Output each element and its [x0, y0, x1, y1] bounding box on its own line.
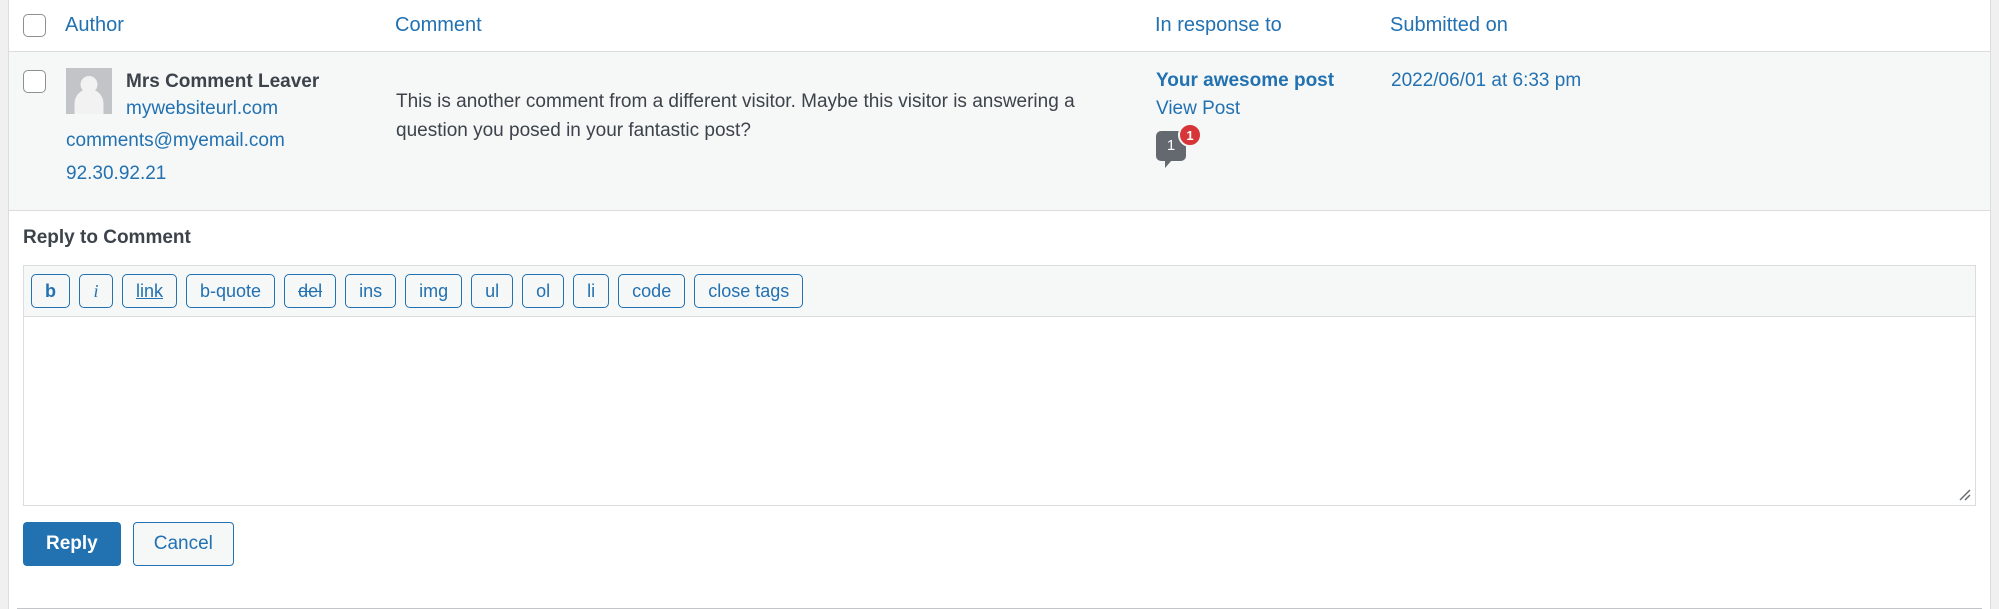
author-cell: Mrs Comment Leaver mywebsiteurl.com comm… — [65, 51, 395, 212]
in-response-to-cell: Your awesome post View Post 1 1 — [1155, 51, 1390, 212]
quicktag-italic-button[interactable]: i — [79, 274, 113, 309]
submitted-on-link[interactable]: 2022/06/01 at 6:33 pm — [1391, 70, 1581, 91]
column-header-author[interactable]: Author — [65, 0, 395, 53]
quicktags-toolbar: b i link b-quote del ins img ul ol li co… — [24, 266, 1975, 318]
submitted-on-cell: 2022/06/01 at 6:33 pm — [1390, 51, 1990, 212]
reply-editor: b i link b-quote del ins img ul ol li co… — [23, 265, 1976, 507]
quicktag-blockquote-button[interactable]: b-quote — [186, 274, 276, 309]
row-select-cell — [9, 51, 65, 212]
select-all-checkbox[interactable] — [23, 14, 46, 38]
column-header-in-response-to[interactable]: In response to — [1155, 0, 1390, 53]
quicktag-close-tags-button[interactable]: close tags — [694, 274, 804, 309]
response-post-title-link[interactable]: Your awesome post — [1156, 68, 1389, 93]
author-ip-link[interactable]: 92.30.92.21 — [66, 157, 394, 190]
comments-admin-screen: Author Comment In response to Submitted … — [0, 0, 1999, 609]
column-header-select-all — [9, 0, 65, 53]
author-contact-block: comments@myemail.com 92.30.92.21 — [66, 124, 394, 190]
author-name: Mrs Comment Leaver — [126, 71, 320, 93]
quicktag-link-button[interactable]: link — [122, 274, 178, 309]
author-block: Mrs Comment Leaver mywebsiteurl.com comm… — [66, 68, 394, 190]
author-email-link[interactable]: comments@myemail.com — [66, 124, 394, 157]
reply-actions: Reply Cancel — [23, 506, 1976, 584]
reply-textarea[interactable] — [24, 317, 1975, 506]
comments-table-body: Mrs Comment Leaver mywebsiteurl.com comm… — [9, 51, 1990, 212]
comment-cell: This is another comment from a different… — [395, 51, 1155, 212]
author-website-link[interactable]: mywebsiteurl.com — [66, 94, 394, 124]
reply-to-comment-area: Reply to Comment b i link b-quote del in… — [9, 211, 1990, 585]
quicktag-code-button[interactable]: code — [618, 274, 686, 309]
quicktag-ins-button[interactable]: ins — [345, 274, 397, 309]
quicktag-bold-button[interactable]: b — [31, 274, 70, 309]
table-row: Mrs Comment Leaver mywebsiteurl.com comm… — [9, 51, 1990, 212]
quicktag-ol-button[interactable]: ol — [522, 274, 565, 309]
quicktag-ul-button[interactable]: ul — [471, 274, 514, 309]
column-header-submitted-on[interactable]: Submitted on — [1390, 0, 1990, 53]
comments-panel: Author Comment In response to Submitted … — [8, 0, 1991, 609]
view-post-link[interactable]: View Post — [1156, 93, 1389, 125]
quicktag-li-button[interactable]: li — [573, 274, 610, 309]
row-checkbox[interactable] — [23, 70, 46, 94]
table-header-row: Author Comment In response to Submitted … — [9, 0, 1990, 53]
comments-table-head: Author Comment In response to Submitted … — [9, 0, 1990, 53]
comments-table: Author Comment In response to Submitted … — [9, 0, 1990, 212]
reply-cancel-button[interactable]: Cancel — [132, 522, 234, 567]
reply-textarea-wrapper — [24, 317, 1975, 506]
quicktag-del-button[interactable]: del — [284, 274, 337, 309]
quicktag-img-button[interactable]: img — [405, 274, 463, 309]
avatar — [66, 68, 112, 115]
avatar-body-shape — [74, 89, 104, 115]
pending-comment-badge: 1 — [1178, 123, 1202, 148]
post-comment-count-bubble[interactable]: 1 1 — [1156, 123, 1202, 169]
reply-heading: Reply to Comment — [23, 227, 191, 249]
reply-submit-button[interactable]: Reply — [23, 522, 121, 567]
comment-text: This is another comment from a different… — [396, 91, 1075, 142]
column-header-comment: Comment — [395, 0, 1155, 53]
